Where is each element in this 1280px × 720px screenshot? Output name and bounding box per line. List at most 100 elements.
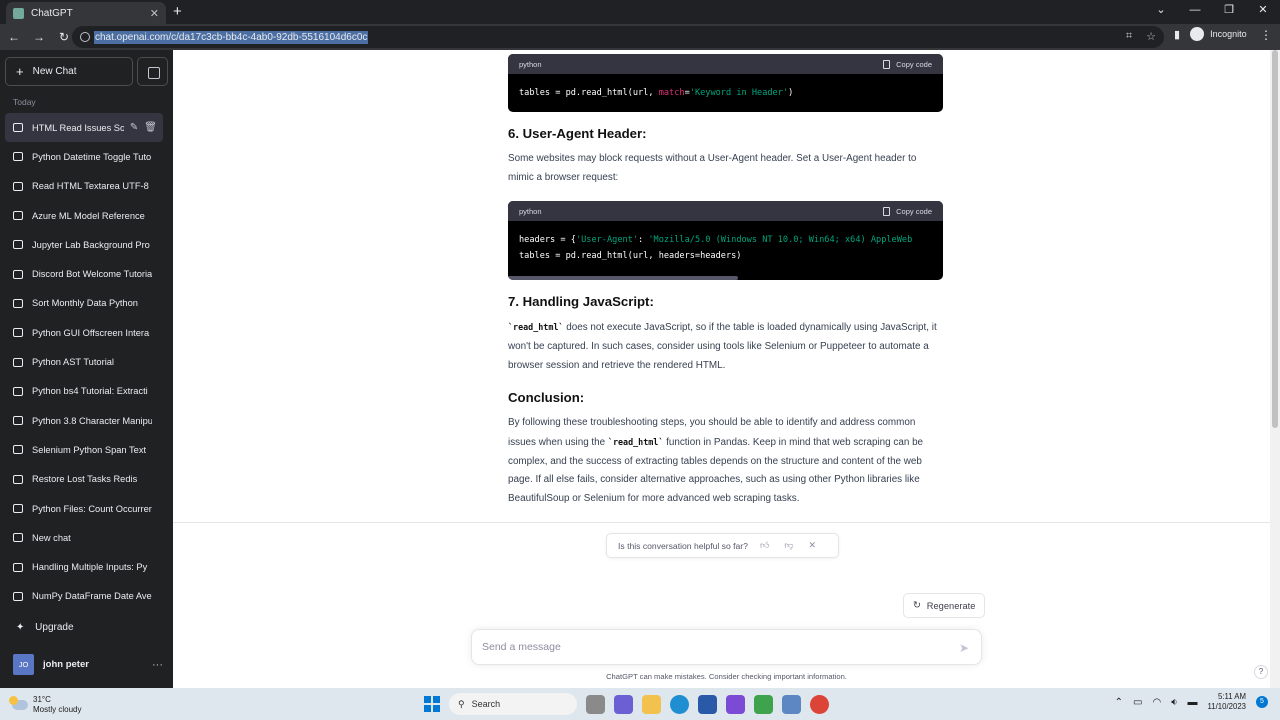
close-sidebar-button[interactable] <box>137 57 168 86</box>
chat-bubble-icon <box>13 562 23 572</box>
site-info-icon[interactable] <box>80 32 90 42</box>
sidebar-chat-item[interactable]: Python Files: Count Occurren <box>5 494 163 523</box>
thumbs-down-icon[interactable]: 👎︎ <box>784 540 793 551</box>
close-window-icon[interactable]: ✕ <box>1246 0 1280 20</box>
sidebar-chat-item[interactable]: Jupyter Lab Background Pro <box>5 230 163 259</box>
sidebar-chat-item[interactable]: New chat <box>5 523 163 552</box>
notepad-icon[interactable] <box>754 694 773 714</box>
qr-code-icon[interactable]: ⌗ <box>1126 30 1132 43</box>
app-icon[interactable] <box>726 694 745 714</box>
thumbs-up-icon[interactable]: 👍︎ <box>760 540 769 551</box>
time: 5:11 AM <box>1217 692 1246 701</box>
regenerate-label: Regenerate <box>926 600 976 611</box>
browser-menu-icon[interactable]: ⋮ <box>1260 28 1272 42</box>
sidebar-chat-item[interactable]: HTML Read Issues Sol ✎ 🗑︎ <box>5 113 163 143</box>
system-tray: ⌃ ▭ ◠ 🔉︎ ▬ 5:11 AM 11/10/2023 5 <box>1115 692 1268 712</box>
address-bar[interactable]: chat.openai.com/c/da17c3cb-bb4c-4ab0-92d… <box>72 26 1164 48</box>
file-explorer-icon[interactable] <box>642 694 661 714</box>
message-input[interactable] <box>482 641 942 653</box>
chat-bubble-icon <box>13 328 23 338</box>
minimize-icon[interactable]: — <box>1178 0 1212 20</box>
chrome-icon[interactable] <box>810 694 829 714</box>
sidebar-chat-item[interactable]: Handling Multiple Inputs: Py <box>5 552 163 581</box>
search-icon: ⚲ <box>458 698 465 709</box>
incognito-icon <box>1190 27 1205 41</box>
delete-icon[interactable]: 🗑︎ <box>144 122 157 133</box>
app-icon[interactable] <box>782 694 801 714</box>
new-tab-button[interactable]: + <box>173 3 182 20</box>
restore-icon[interactable]: ❐ <box>1212 0 1246 20</box>
notification-badge[interactable]: 5 <box>1256 696 1268 708</box>
network-icon[interactable]: ▭ <box>1133 697 1142 708</box>
incognito-label: Incognito <box>1210 29 1247 39</box>
chat-bubble-icon <box>13 181 23 191</box>
code-horizontal-scrollbar[interactable] <box>508 276 738 280</box>
feedback-question: Is this conversation helpful so far? <box>618 540 748 551</box>
sidebar-chat-item[interactable]: Restore Lost Tasks Redis <box>5 465 163 494</box>
sidebar-chat-item[interactable]: Read HTML Textarea UTF-8 <box>5 172 163 201</box>
sidebar-chat-item[interactable]: Sort Monthly Data Python <box>5 289 163 318</box>
volume-icon[interactable]: 🔉︎ <box>1171 697 1177 708</box>
chat-title: Python Files: Count Occurren <box>32 503 152 514</box>
chat-actions: ✎ 🗑︎ <box>130 122 157 133</box>
chat-bubble-icon <box>13 504 23 513</box>
store-icon[interactable] <box>698 694 717 714</box>
message-input-box[interactable]: ➤ <box>471 629 982 665</box>
scrollbar-thumb[interactable] <box>1272 50 1278 428</box>
code-block: python Copy code headers = {'User-Agent'… <box>508 201 943 280</box>
url-text[interactable]: chat.openai.com/c/da17c3cb-bb4c-4ab0-92d… <box>94 30 369 44</box>
copy-code-label: Copy code <box>896 206 932 216</box>
send-icon[interactable]: ➤ <box>959 641 969 655</box>
back-icon[interactable]: ← <box>3 30 25 44</box>
sidebar-chat-item[interactable]: NumPy DataFrame Date Ave <box>5 582 163 611</box>
chat-bubble-icon <box>13 533 23 543</box>
sidebar-chat-item[interactable]: Discord Bot Welcome Tutoria <box>5 259 163 288</box>
sidebar-chat-item[interactable]: Python 3.8 Character Manipu <box>5 406 163 435</box>
task-view-icon[interactable] <box>586 694 605 714</box>
close-icon[interactable]: ✕ <box>808 540 816 551</box>
bookmark-star-icon[interactable]: ☆ <box>1146 30 1156 43</box>
more-options-icon[interactable]: ··· <box>152 659 163 671</box>
chevron-down-icon[interactable]: ⌄ <box>1144 0 1178 20</box>
sidebar-chat-item[interactable]: Azure ML Model Reference <box>5 201 163 230</box>
sidebar-chat-item[interactable]: Python Datetime Toggle Tuto <box>5 142 163 171</box>
side-panel-icon[interactable]: ▮ <box>1174 28 1180 41</box>
sidebar-chat-item[interactable]: Python bs4 Tutorial: Extracti <box>5 377 163 406</box>
edit-icon[interactable]: ✎ <box>130 122 138 133</box>
close-tab-icon[interactable]: ✕ <box>150 7 159 20</box>
forward-icon[interactable]: → <box>28 30 50 44</box>
new-chat-label: New Chat <box>32 66 77 77</box>
copy-code-button[interactable]: Copy code <box>883 206 932 216</box>
page-scrollbar[interactable] <box>1270 50 1280 688</box>
wifi-icon[interactable]: ◠ <box>1153 697 1162 708</box>
chat-title: Handling Multiple Inputs: Py <box>32 562 148 573</box>
taskbar-apps: ⚲ Search <box>424 693 829 715</box>
taskbar-search[interactable]: ⚲ Search <box>449 693 577 715</box>
windows-taskbar: 31°C Mostly cloudy ⚲ Search ⌃ ▭ ◠ 🔉︎ ▬ 5… <box>0 688 1280 720</box>
sidebar-chat-item[interactable]: Python AST Tutorial <box>5 347 163 376</box>
chat-title: Discord Bot Welcome Tutoria <box>32 269 152 280</box>
regenerate-button[interactable]: ↻ Regenerate <box>903 593 986 618</box>
user-menu[interactable]: JO john peter ··· <box>13 654 163 675</box>
chat-title: Python bs4 Tutorial: Extracti <box>32 386 148 397</box>
weather-widget[interactable]: 31°C Mostly cloudy <box>9 695 81 715</box>
disclaimer: ChatGPT can make mistakes. Consider chec… <box>606 672 847 681</box>
sidebar-chat-item[interactable]: Python GUI Offscreen Intera <box>5 318 163 347</box>
copy-code-button[interactable]: Copy code <box>883 59 932 69</box>
start-icon[interactable] <box>424 696 440 712</box>
search-label: Search <box>471 699 501 709</box>
chevron-up-icon[interactable]: ⌃ <box>1115 697 1123 708</box>
chat-main: python Copy code tables = pd.read_html(u… <box>173 50 1270 688</box>
battery-icon[interactable]: ▬ <box>1188 697 1198 708</box>
help-button[interactable]: ? <box>1254 665 1268 679</box>
chat-title: Python Datetime Toggle Tuto <box>32 151 152 162</box>
browser-tab[interactable]: ChatGPT ✕ <box>6 2 166 24</box>
incognito-indicator[interactable]: ▮ Incognito <box>1174 27 1247 41</box>
chat-bubble-icon <box>13 211 23 221</box>
sidebar-chat-item[interactable]: Selenium Python Span Text <box>5 435 163 464</box>
edge-icon[interactable] <box>670 694 689 714</box>
upgrade-button[interactable]: ✦ Upgrade <box>16 622 74 633</box>
clock[interactable]: 5:11 AM 11/10/2023 <box>1208 692 1246 712</box>
new-chat-button[interactable]: + New Chat <box>5 57 133 86</box>
teams-icon[interactable] <box>614 694 633 714</box>
